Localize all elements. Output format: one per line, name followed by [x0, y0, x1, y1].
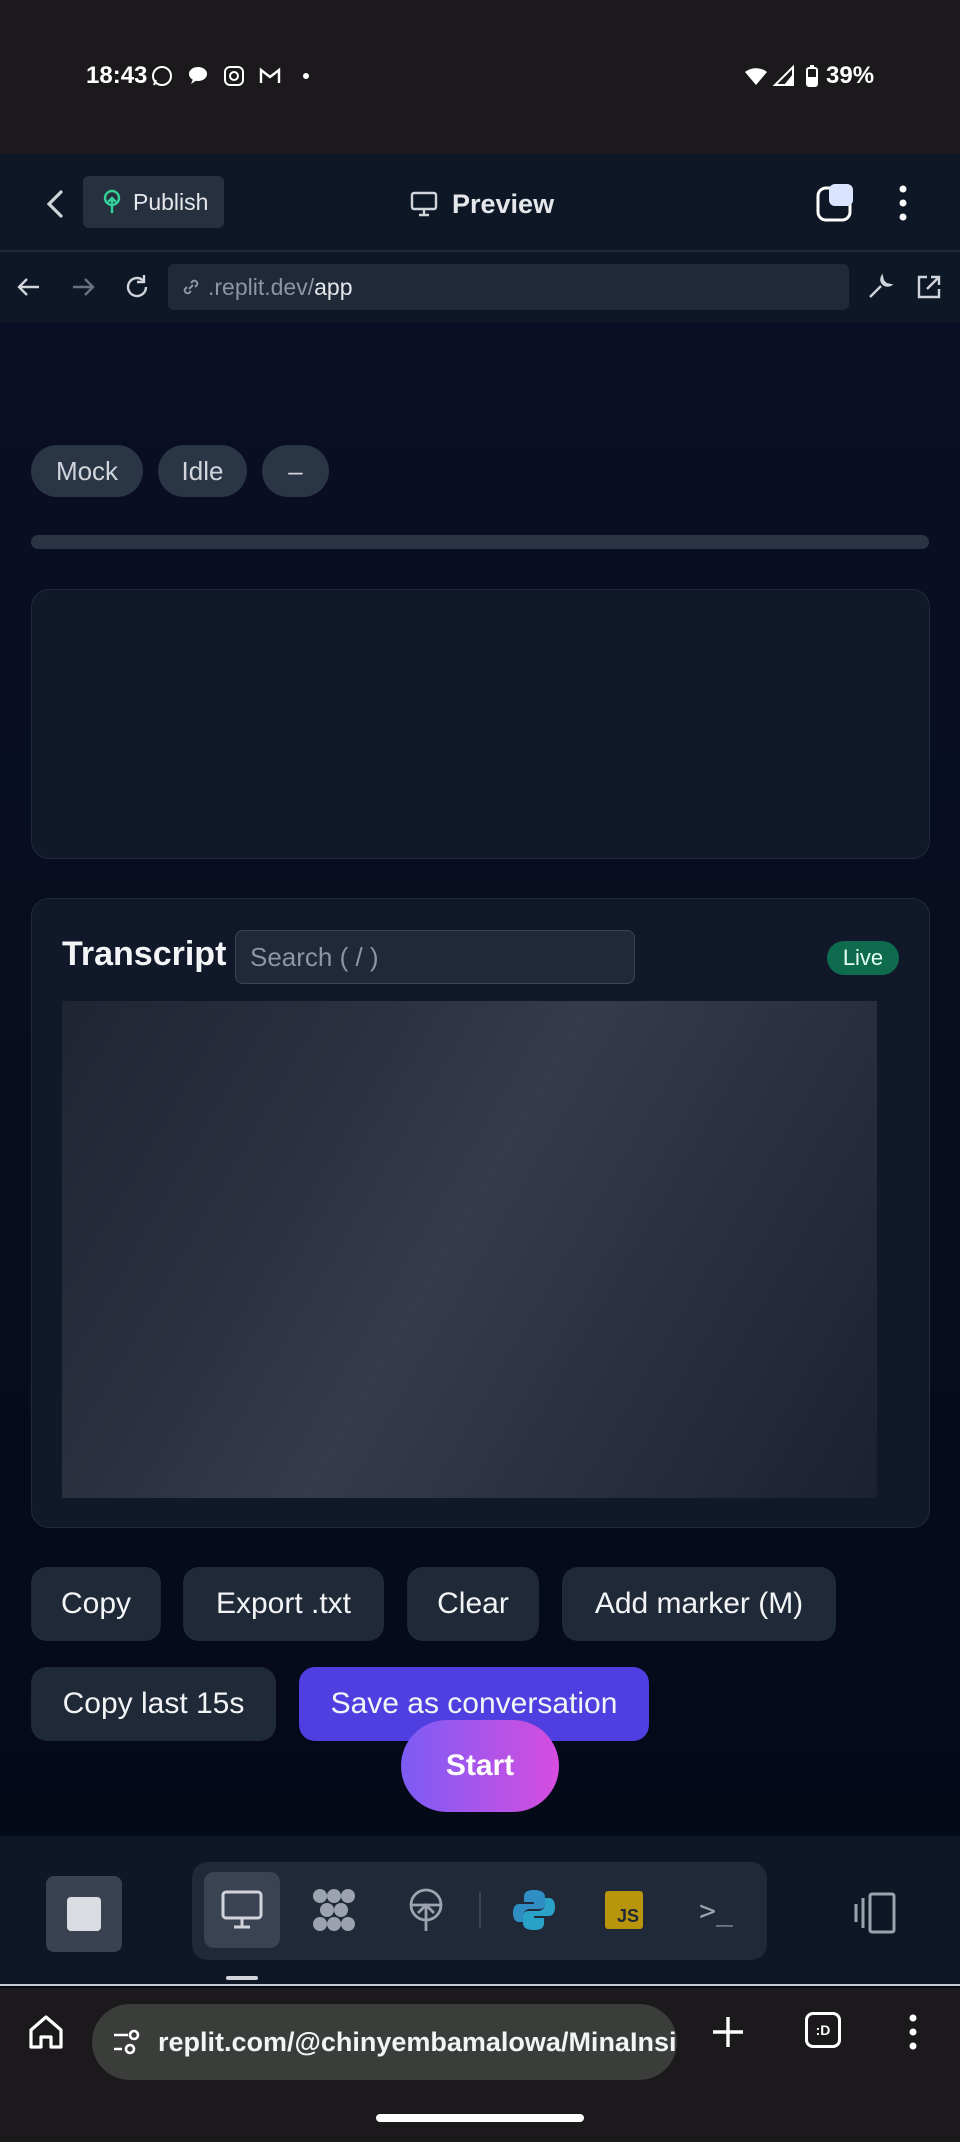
- open-external-icon[interactable]: [914, 272, 944, 302]
- preview-url-bar: .replit.dev/app: [0, 252, 960, 322]
- level-meter: [31, 535, 929, 549]
- tabs-icon[interactable]: [815, 182, 857, 224]
- omnibox[interactable]: replit.com/@chinyembamalowa/MinaInsi: [92, 2004, 677, 2080]
- replit-bottom-toolbar: JS >_: [0, 1836, 960, 1986]
- url-host: .replit.dev/: [208, 273, 315, 300]
- gesture-bar[interactable]: [376, 2114, 584, 2122]
- nav-forward-icon[interactable]: [68, 272, 98, 302]
- search-input[interactable]: [235, 930, 635, 984]
- tool-console[interactable]: >_: [678, 1872, 754, 1948]
- battery-icon: [806, 65, 818, 87]
- deploy-icon: [409, 1888, 443, 1931]
- omnibox-url: replit.com/@chinyembamalowa/MinaInsi: [158, 2026, 677, 2057]
- tool-group: JS >_: [192, 1862, 767, 1960]
- tool-javascript[interactable]: JS: [586, 1872, 662, 1948]
- chrome-menu-icon[interactable]: [900, 2012, 926, 2052]
- clear-button[interactable]: Clear: [407, 1567, 539, 1641]
- reload-icon[interactable]: [122, 272, 152, 302]
- stop-icon: [67, 1897, 101, 1931]
- url-field[interactable]: .replit.dev/app: [168, 264, 849, 310]
- tool-python[interactable]: [496, 1872, 572, 1948]
- battery-percent: 39%: [826, 62, 875, 89]
- panels-icon[interactable]: [850, 1888, 900, 1938]
- gmail-icon: [259, 67, 281, 83]
- instagram-icon: [224, 66, 244, 86]
- transcript-body[interactable]: [62, 1001, 877, 1498]
- site-settings-icon: [114, 2029, 140, 2055]
- waveform-panel: [31, 589, 930, 859]
- status-bar: 18:43 39%: [0, 0, 960, 154]
- back-chevron-icon[interactable]: [36, 184, 76, 224]
- export-txt-button[interactable]: Export .txt: [183, 1567, 384, 1641]
- home-icon[interactable]: [26, 2012, 66, 2052]
- tool-separator: [479, 1892, 481, 1928]
- js-label: JS: [616, 1906, 639, 1926]
- mode-pill: Mock: [31, 445, 143, 497]
- status-time: 18:43: [86, 62, 148, 89]
- nav-back-icon[interactable]: [14, 272, 44, 302]
- tool-shell[interactable]: [296, 1872, 372, 1948]
- whatsapp-icon: [152, 66, 172, 86]
- link-icon: [183, 279, 199, 295]
- live-badge: Live: [827, 941, 899, 975]
- preview-title: Preview: [410, 180, 554, 228]
- url-path: app: [314, 273, 353, 300]
- add-marker-button[interactable]: Add marker (M): [562, 1567, 836, 1641]
- start-button[interactable]: Start: [401, 1720, 559, 1812]
- tool-preview[interactable]: [204, 1872, 280, 1948]
- deploy-icon: [103, 189, 121, 213]
- monitor-icon: [410, 191, 438, 217]
- replit-top-bar: Publish Preview: [0, 154, 960, 252]
- copy-button[interactable]: Copy: [31, 1567, 161, 1641]
- shell-icon: [313, 1889, 355, 1931]
- cell-signal-icon: [772, 64, 794, 86]
- python-icon: [513, 1890, 555, 1930]
- tool-deploy[interactable]: [388, 1872, 464, 1948]
- wifi-icon: [745, 68, 767, 85]
- active-tool-indicator: [226, 1976, 258, 1980]
- new-tab-icon[interactable]: [708, 2012, 748, 2052]
- console-icon: >_: [699, 1893, 733, 1927]
- stop-button[interactable]: [46, 1876, 122, 1952]
- wrench-icon[interactable]: [865, 272, 895, 302]
- copy-last-15s-button[interactable]: Copy last 15s: [31, 1667, 276, 1741]
- chat-icon: [189, 67, 207, 84]
- more-vert-icon[interactable]: [888, 182, 918, 224]
- preview-icon: [221, 1890, 263, 1929]
- state-pill: Idle: [158, 445, 247, 497]
- notification-dot-icon: [303, 73, 309, 79]
- transcript-title: Transcript: [62, 935, 227, 973]
- tab-switcher-button[interactable]: :D: [805, 2012, 841, 2048]
- preview-label: Preview: [452, 188, 555, 219]
- publish-label: Publish: [133, 188, 209, 215]
- javascript-icon: JS: [605, 1891, 643, 1929]
- publish-button[interactable]: Publish: [83, 176, 224, 228]
- timer-pill: –: [262, 445, 329, 497]
